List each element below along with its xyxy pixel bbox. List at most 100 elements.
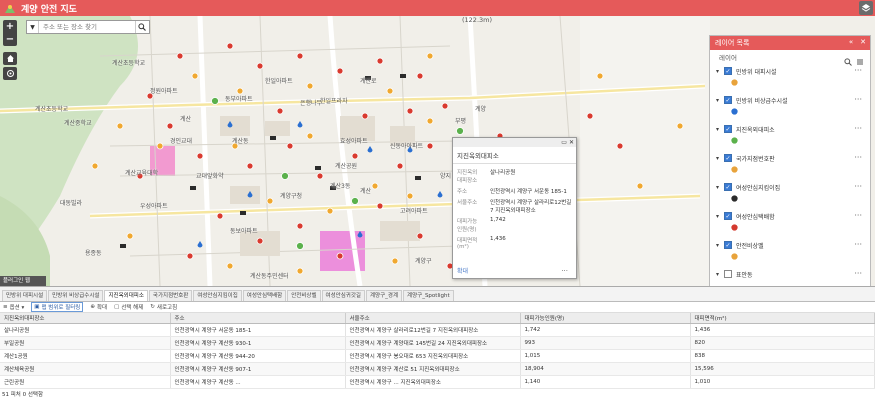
- map-place-label: 용종동: [85, 250, 102, 257]
- layer-visibility-checkbox[interactable]: ✓: [724, 212, 732, 220]
- search-button[interactable]: [135, 21, 147, 33]
- layer-tab[interactable]: 여성안심귀갓길: [321, 290, 365, 301]
- layer-tab[interactable]: 안전비상벨: [287, 290, 321, 301]
- column-header[interactable]: 대피가능인원(명): [520, 313, 691, 324]
- table-cell: 인천광역시 계양구 살라리로12번길 7 지진옥외대피장소: [345, 323, 521, 337]
- zoom-out-button[interactable]: −: [3, 33, 17, 46]
- search-source-dropdown[interactable]: ▼: [27, 21, 39, 33]
- layer-options-button[interactable]: ···: [854, 66, 862, 75]
- layer-visibility-checkbox[interactable]: ✓: [724, 154, 732, 162]
- popup-attribute-value: 인천광역시 계양구 살라리로12번길 7 지진옥외대피장소: [490, 199, 572, 214]
- map-place-label: 신동아아파트: [390, 143, 424, 150]
- table-toolbar: ≡ 옵션 ▾ ▣ 맵 범위로 필터링 ⊕ 확대 ▢ 선택 해제 ↻ 새로고침: [0, 302, 875, 313]
- layer-tab[interactable]: 계양구_경계: [365, 290, 403, 301]
- layer-item[interactable]: ▾ ✓ 민방위 비상급수시설 ···: [710, 93, 870, 122]
- layer-item[interactable]: ▾ 표안동 ···: [710, 267, 870, 286]
- plugin-button[interactable]: 플러그인 웹: [0, 276, 46, 286]
- layer-options-button[interactable]: ···: [854, 211, 862, 220]
- attribute-grid: 지진옥외대피장소 주소 서울주소 대피가능인원(명) 대피면적(m²) 살나리공원 인천광…: [0, 313, 875, 389]
- app-title: 계양 안전 지도: [21, 4, 77, 15]
- expand-chevron-icon[interactable]: ▾: [716, 126, 724, 133]
- layer-panel-subheader: 레이어: [710, 50, 870, 66]
- layer-item[interactable]: ▾ ✓ 국가지점번호판 ···: [710, 151, 870, 180]
- table-cell: 계산1공원: [0, 349, 171, 363]
- table-cell: 1,436: [690, 323, 875, 337]
- table-cell: 인천광역시 계양구 계산로 51 지진옥외대피장소: [345, 362, 521, 376]
- toolbar-icon: ↻: [150, 304, 155, 310]
- table-row[interactable]: 근린공원 인천광역시 계양구 계산동 ... 인천광역시 계양구 ... 지진옥외대…: [0, 375, 875, 389]
- expand-chevron-icon[interactable]: ▾: [716, 97, 724, 104]
- toolbar-label: 선택 해제: [121, 305, 144, 311]
- layer-item[interactable]: ▾ ✓ 안전비상벨 ···: [710, 238, 870, 267]
- layer-visibility-checkbox[interactable]: ✓: [724, 125, 732, 133]
- popup-more-button[interactable]: ···: [561, 267, 568, 275]
- layer-options-button[interactable]: ···: [854, 95, 862, 104]
- expand-chevron-icon[interactable]: ▾: [716, 271, 724, 278]
- zoom-in-button[interactable]: +: [3, 20, 17, 33]
- layer-options-button[interactable]: ···: [854, 182, 862, 191]
- expand-chevron-icon[interactable]: ▾: [716, 155, 724, 162]
- column-header[interactable]: 대피면적(m²): [690, 313, 875, 324]
- collapse-icon[interactable]: «: [849, 38, 853, 46]
- layer-visibility-checkbox[interactable]: ✓: [724, 67, 732, 75]
- layer-tab[interactable]: 민방위 비상급수시설: [48, 290, 104, 301]
- layers-toggle-button[interactable]: [859, 1, 873, 15]
- map-place-label: 한일아파트: [265, 78, 293, 85]
- layer-symbol-icon: [730, 136, 739, 145]
- search-input[interactable]: [39, 23, 135, 31]
- table-row[interactable]: 살나리공원 인천광역시 계양구 서운동 185-1 인천광역시 계양구 살라리로12…: [0, 323, 875, 337]
- close-icon[interactable]: ✕: [860, 38, 866, 46]
- home-button[interactable]: [3, 52, 17, 65]
- column-header[interactable]: 서울주소: [345, 313, 521, 324]
- map-place-label: 계산: [360, 188, 372, 195]
- layer-item[interactable]: ▾ ✓ 여성안심지킴이집 ···: [710, 180, 870, 209]
- layer-tab[interactable]: 국가지점번호판: [148, 290, 193, 301]
- toolbar-button[interactable]: ⊕ 확대: [90, 303, 107, 311]
- toolbar-button[interactable]: ▢ 선택 해제: [114, 303, 143, 311]
- layer-item[interactable]: ▾ ✓ 지진옥외대피소 ···: [710, 122, 870, 151]
- feature-popup: ▭ ✕ 지진옥외대피소 지진옥외대피장소 살나리공원 주소 인천광역시 계양구 서운동…: [452, 137, 577, 279]
- table-cell: 인천광역시 계양구 계양대로 145번길 24 지진옥외대피장소: [345, 336, 521, 350]
- layer-tab[interactable]: 민방위 대피시설: [2, 290, 48, 301]
- layer-options-button[interactable]: ···: [854, 240, 862, 249]
- table-row[interactable]: 계산1공원 인천광역시 계양구 계산동 944-20 인천광역시 계양구 봉오대로 …: [0, 349, 875, 363]
- layer-visibility-checkbox[interactable]: ✓: [724, 96, 732, 104]
- layer-tab[interactable]: 여성안심택배함: [242, 290, 287, 301]
- popup-header: ▭ ✕: [453, 138, 576, 147]
- table-cell: 15,596: [690, 362, 875, 376]
- layer-tab[interactable]: 계양구_Spotlight: [403, 290, 454, 301]
- expand-chevron-icon[interactable]: ▾: [716, 242, 724, 249]
- popup-dock-icon[interactable]: ▭: [561, 139, 567, 146]
- layer-name: 민방위 비상급수시설: [736, 97, 788, 105]
- toolbar-button[interactable]: ≡ 옵션 ▾: [3, 303, 24, 311]
- toolbar-button[interactable]: ▣ 맵 범위로 필터링: [31, 302, 84, 312]
- table-cell: 계산체육공원: [0, 362, 171, 376]
- layer-name: 여성안심택배함: [736, 213, 775, 221]
- popup-attribute-row: 대피면적(m²) 1,436: [453, 234, 576, 251]
- popup-title: 지진옥외대피소: [453, 147, 576, 164]
- expand-chevron-icon[interactable]: ▾: [716, 184, 724, 191]
- layer-tab[interactable]: 지진옥외대피소: [104, 290, 148, 301]
- layer-tab[interactable]: 여성안심지킴이집: [193, 290, 242, 301]
- layer-visibility-checkbox[interactable]: ✓: [724, 241, 732, 249]
- toolbar-button[interactable]: ↻ 새로고침: [150, 303, 177, 311]
- layer-options-button[interactable]: ···: [854, 269, 862, 278]
- expand-chevron-icon[interactable]: ▾: [716, 213, 724, 220]
- layer-options-button[interactable]: ···: [854, 124, 862, 133]
- popup-zoom-link[interactable]: 확대: [457, 266, 468, 275]
- map-place-label: 우성아파트: [140, 203, 168, 210]
- table-row[interactable]: 부일공원 인천광역시 계양구 계산동 930-1 인천광역시 계양구 계양대로 14…: [0, 336, 875, 350]
- layer-options-button[interactable]: ···: [854, 153, 862, 162]
- locate-button[interactable]: [3, 67, 17, 80]
- table-row[interactable]: 계산체육공원 인천광역시 계양구 계산동 907-1 인천광역시 계양구 계산로 5…: [0, 362, 875, 376]
- column-header[interactable]: 주소: [170, 313, 346, 324]
- popup-close-icon[interactable]: ✕: [569, 139, 574, 146]
- expand-chevron-icon[interactable]: ▾: [716, 68, 724, 75]
- layer-item[interactable]: ▾ ✓ 민방위 대피시설 ···: [710, 64, 870, 93]
- column-header[interactable]: 지진옥외대피장소: [0, 313, 171, 324]
- layer-visibility-checkbox[interactable]: [724, 270, 732, 278]
- layer-symbol-icon: [730, 252, 739, 261]
- map-view[interactable]: (122.3m) 계산초등학교 계산초등학교 계산중학교 계산교육대학 교대앞화약 계산동…: [0, 16, 875, 286]
- layer-item[interactable]: ▾ ✓ 여성안심택배함 ···: [710, 209, 870, 238]
- layer-visibility-checkbox[interactable]: ✓: [724, 183, 732, 191]
